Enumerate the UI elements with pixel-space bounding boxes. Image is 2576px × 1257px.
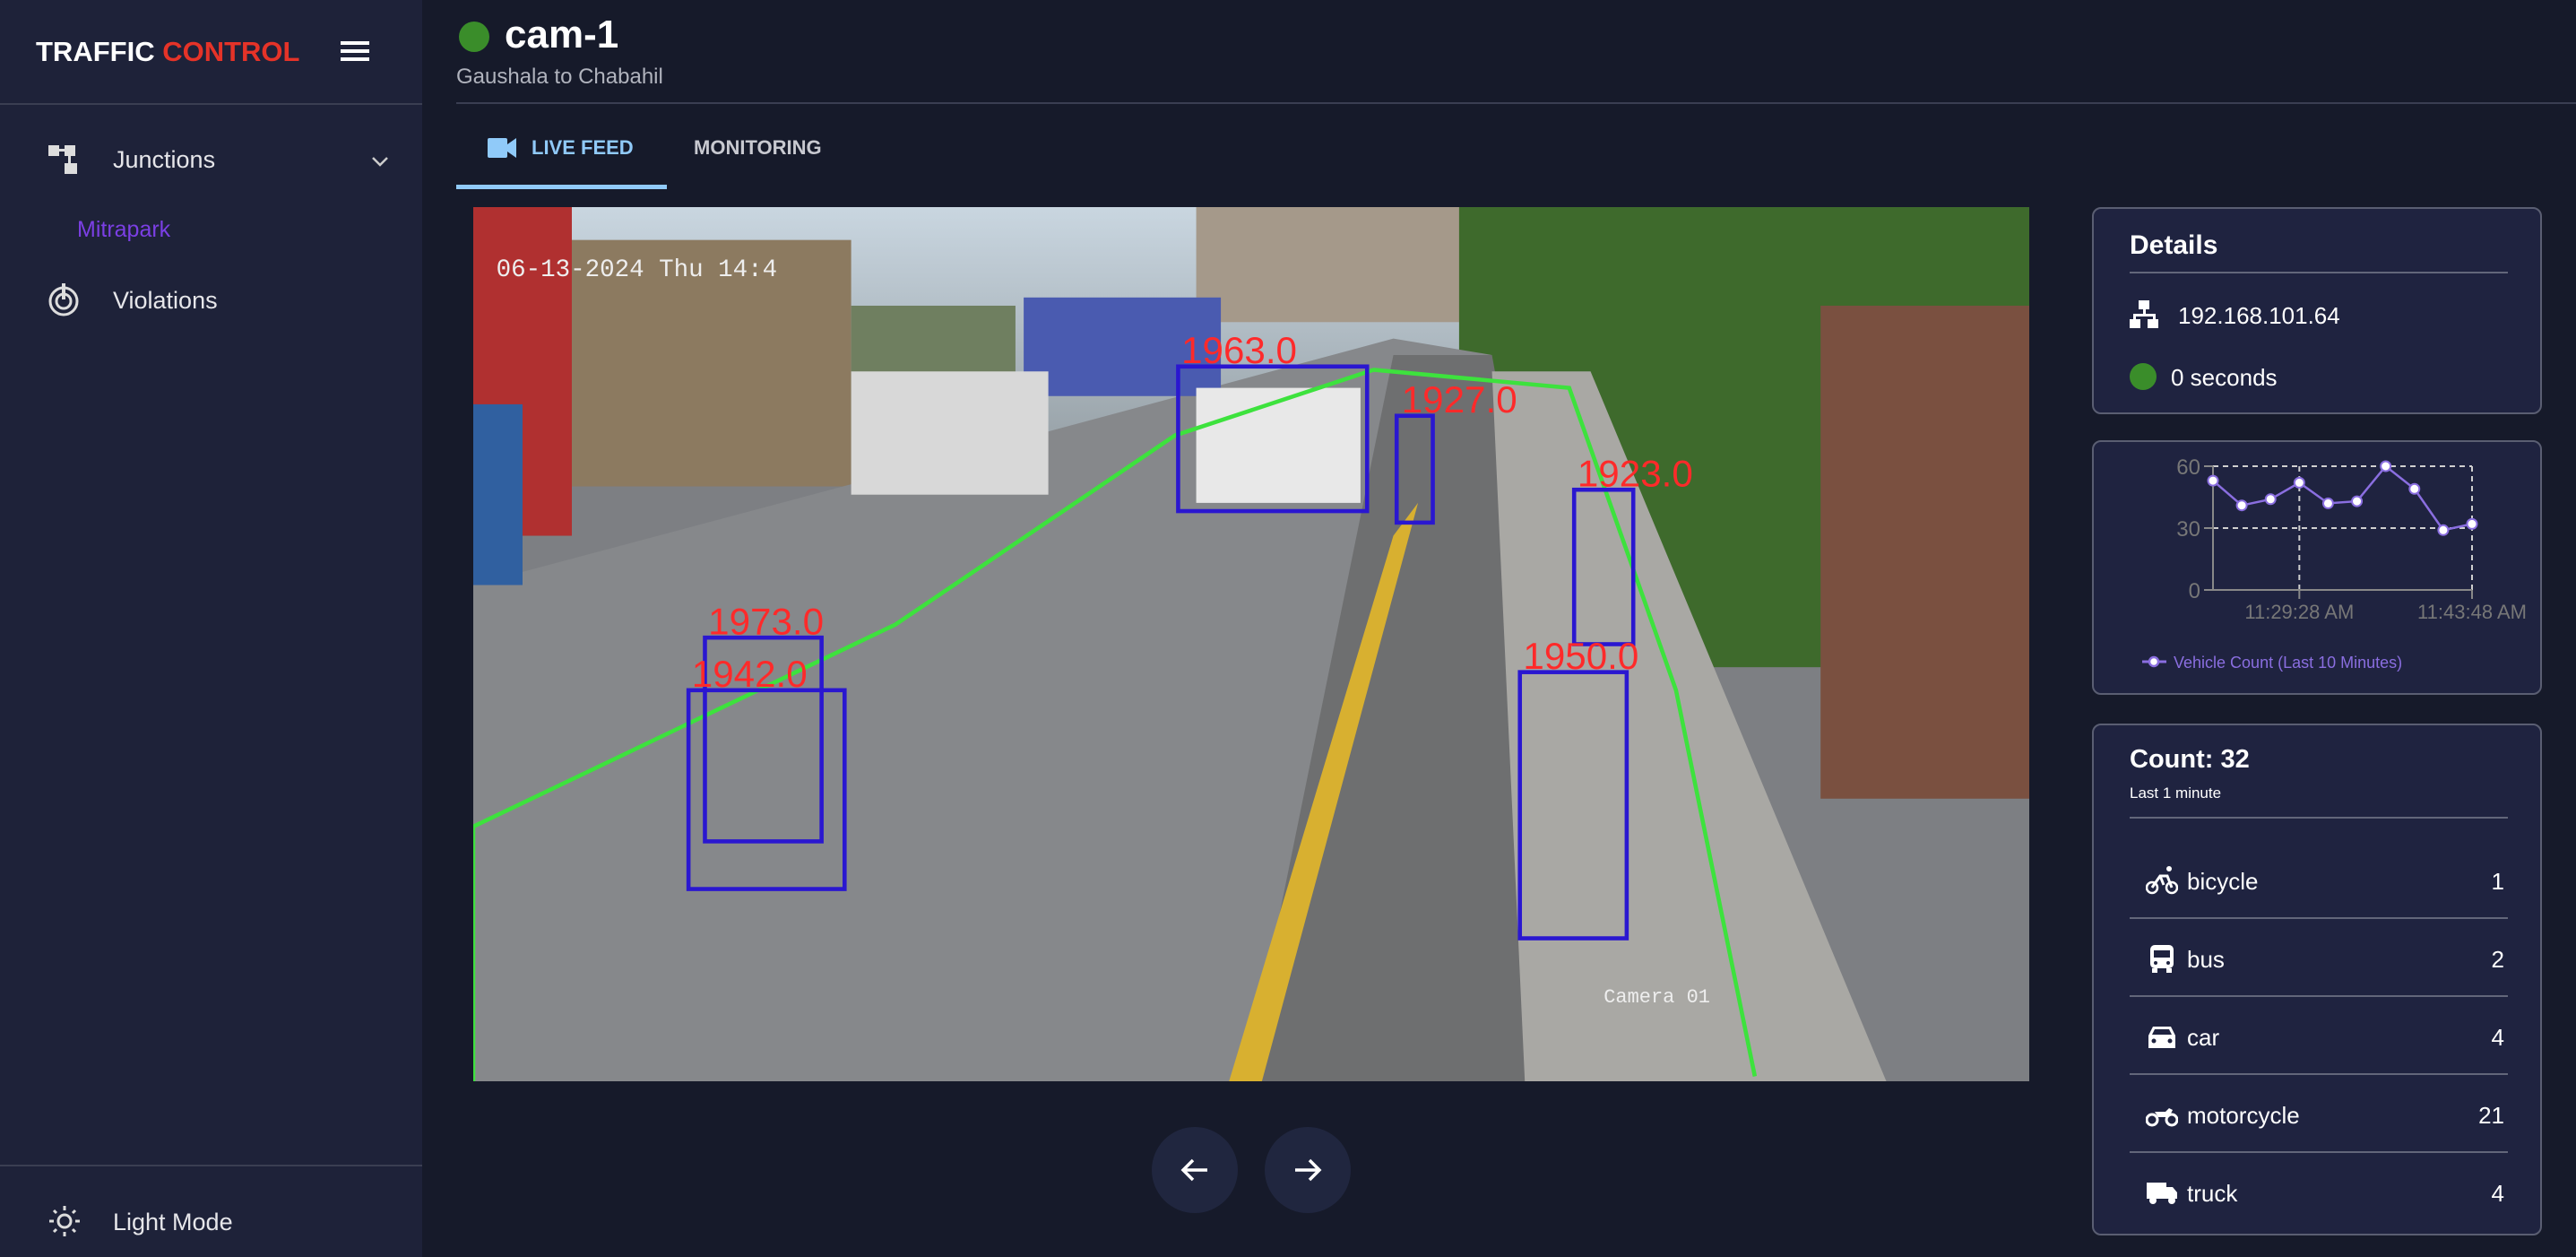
vehicle-type-label: bicycle [2187, 868, 2259, 895]
active-tab-indicator [456, 185, 667, 189]
online-status-dot [2130, 363, 2157, 390]
x-tick-label: 11:43:48 AM [2417, 601, 2527, 623]
detection-label: 1923.0 [1578, 453, 1693, 495]
data-point [2380, 460, 2392, 472]
y-tick-label: 0 [2189, 579, 2200, 603]
sidebar-subitem-mitrapark[interactable]: Mitrapark [77, 217, 170, 243]
sidebar-item-label: Violations [113, 287, 218, 314]
network-icon [2130, 300, 2158, 328]
detection-label: 1950.0 [1523, 635, 1638, 677]
logo-text-accent: CONTROL [162, 36, 300, 67]
bicycle-icon [2146, 866, 2178, 895]
count-card: Count: 32 Last 1 minute bicycle 1 bus 2 … [2092, 724, 2542, 1235]
vehicle-count-value: 4 [2491, 1180, 2504, 1207]
sun-icon [49, 1206, 80, 1236]
detection-label: 1963.0 [1181, 329, 1297, 371]
page-subtitle: Gaushala to Chabahil [456, 65, 663, 89]
y-tick-label: 30 [2176, 517, 2200, 542]
vehicle-count-row-bus: bus 2 [2130, 920, 2508, 997]
detection-label: 1927.0 [1402, 378, 1517, 420]
junctions-icon [48, 145, 77, 174]
y-tick-label: 60 [2176, 455, 2200, 480]
data-point [2408, 482, 2421, 495]
hamburger-menu-icon[interactable] [341, 39, 371, 67]
x-tick-label: 11:29:28 AM [2244, 601, 2354, 623]
uptime-text: 0 seconds [2171, 364, 2278, 391]
sidebar-item-label: Junctions [113, 146, 216, 173]
vehicle-type-label: car [2187, 1024, 2220, 1051]
count-title: Count: 32 [2130, 745, 2250, 774]
data-point [2466, 517, 2478, 530]
vehicle-type-label: motorcycle [2187, 1102, 2300, 1129]
video-camera-overlay: Camera 01 [1604, 986, 1710, 1009]
details-title: Details [2130, 230, 2218, 260]
vehicle-count-value: 4 [2491, 1024, 2504, 1051]
tab-label: LIVE FEED [532, 136, 634, 159]
legend-label: Vehicle Count (Last 10 Minutes) [2174, 654, 2402, 672]
data-point [2293, 476, 2305, 489]
data-point [2235, 499, 2248, 512]
light-mode-label: Light Mode [113, 1209, 233, 1235]
series-line [2212, 464, 2473, 532]
sidebar: TRAFFIC CONTROL Junctions Mitrapark Viol… [0, 0, 422, 1257]
data-point [2264, 493, 2277, 506]
page-title: cam-1 [505, 13, 619, 56]
data-point [2437, 524, 2450, 536]
motorcycle-icon [2146, 1108, 2178, 1127]
car-icon [2148, 1027, 2175, 1048]
logo-text: TRAFFIC [36, 36, 155, 67]
vehicle-count-row-truck: truck 4 [2130, 1154, 2508, 1231]
truck-icon [2147, 1183, 2177, 1204]
bus-icon [2150, 945, 2174, 973]
vehicle-count-chart: 0 30 60 11:29:28 AM 11:43:48 AM Vehicle Count… [2142, 455, 2527, 672]
video-timestamp-overlay: 06-13-2024 Thu 14:4 [497, 256, 777, 284]
vehicle-count-row-motorcycle: motorcycle 21 [2130, 1076, 2508, 1153]
data-point [2351, 495, 2364, 507]
vehicle-count-row-bicycle: bicycle 1 [2130, 842, 2508, 919]
next-camera-button[interactable] [1265, 1127, 1351, 1213]
video-camera-icon [488, 138, 516, 158]
sidebar-item-junctions[interactable]: Junctions [36, 139, 403, 186]
arrow-left-icon [1180, 1158, 1207, 1182]
vehicle-count-value: 2 [2491, 946, 2504, 973]
vehicle-type-label: truck [2187, 1180, 2238, 1207]
live-video-feed[interactable]: 06-13-2024 Thu 14:4 Camera 01 1963.0 192… [473, 207, 2029, 1081]
data-point [2321, 497, 2334, 509]
detection-label: 1942.0 [692, 653, 808, 695]
vehicle-type-label: bus [2187, 946, 2225, 973]
violations-icon [48, 283, 79, 316]
tab-monitoring[interactable]: MONITORING [694, 136, 822, 160]
app-logo: TRAFFIC CONTROL [36, 36, 299, 68]
chevron-down-icon[interactable] [371, 155, 389, 168]
details-card: Details 192.168.101.64 0 seconds [2092, 207, 2542, 414]
data-point [2207, 474, 2219, 487]
previous-camera-button[interactable] [1152, 1127, 1238, 1213]
light-mode-toggle[interactable]: Light Mode [36, 1200, 403, 1244]
arrow-right-icon [1295, 1158, 1322, 1182]
vehicle-count-row-car: car 4 [2130, 998, 2508, 1075]
count-subtitle: Last 1 minute [2130, 785, 2222, 802]
ip-address: 192.168.101.64 [2178, 302, 2340, 329]
detection-label: 1973.0 [708, 601, 824, 643]
vehicle-count-value: 21 [2478, 1102, 2504, 1129]
sidebar-item-violations[interactable]: Violations [36, 278, 403, 325]
vehicle-count-value: 1 [2491, 868, 2504, 895]
legend-marker-icon [2148, 655, 2160, 668]
status-dot [459, 22, 489, 52]
tab-live-feed[interactable]: LIVE FEED [456, 117, 667, 190]
